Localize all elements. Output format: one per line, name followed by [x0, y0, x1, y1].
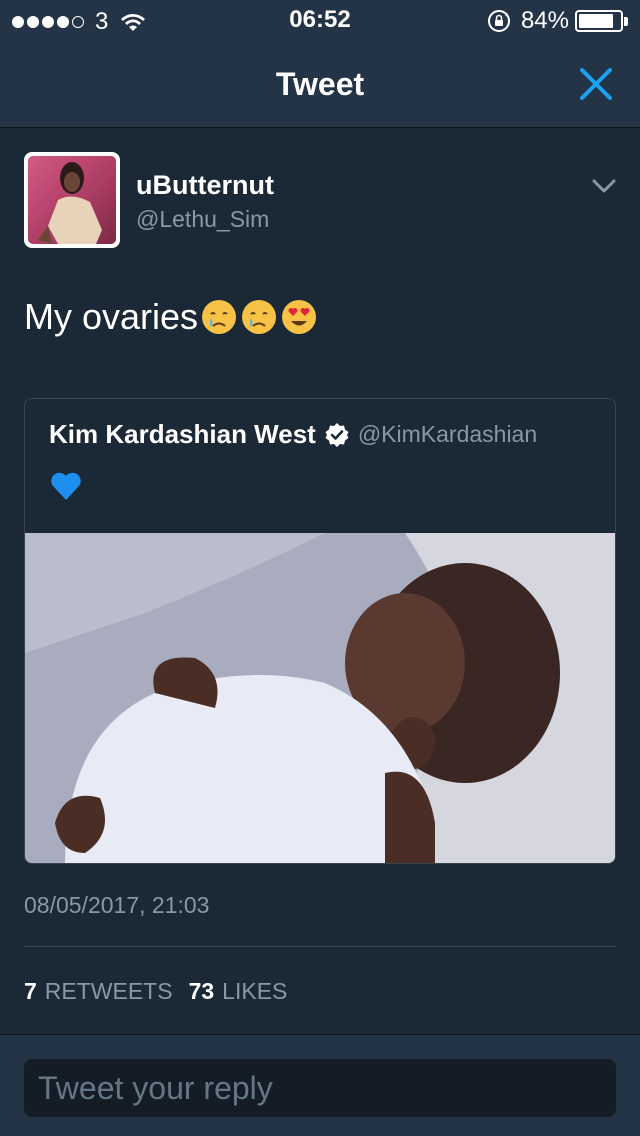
verified-badge-icon — [325, 422, 349, 447]
tweet-body: My ovaries — [24, 296, 318, 338]
quoted-author-handle: @KimKardashian — [357, 421, 538, 447]
crying-face-icon — [202, 300, 237, 334]
retweets-label: RETWEETS — [44, 978, 173, 1004]
tweet-stats: 7 RETWEETS 73 LIKES — [24, 978, 303, 1005]
reply-bar — [0, 1034, 640, 1136]
tweet-header: uButternut @Lethu_Sim — [24, 152, 616, 250]
avatar-figure — [28, 156, 116, 244]
quoted-tweet-photo[interactable] — [25, 533, 615, 863]
retweets-count: 7 — [24, 978, 37, 1004]
author-handle[interactable]: @Lethu_Sim — [136, 206, 269, 233]
battery-percent: 84% — [520, 7, 569, 34]
likes-label: LIKES — [222, 978, 288, 1004]
nav-bar: Tweet — [0, 40, 640, 128]
avatar[interactable] — [24, 152, 120, 248]
chevron-down-icon[interactable] — [592, 178, 616, 194]
divider — [24, 946, 616, 947]
battery-icon — [575, 10, 623, 32]
battery-fill — [579, 14, 613, 28]
quoted-tweet-card[interactable]: Kim Kardashian West @KimKardashian — [24, 398, 616, 864]
blue-heart-icon — [51, 472, 81, 500]
likes-stat[interactable]: 73 LIKES — [189, 978, 288, 1005]
battery-cap — [624, 16, 628, 26]
baby-photo — [25, 533, 615, 863]
status-bar: 3 06:52 84% — [0, 0, 640, 40]
rotation-lock-icon — [487, 10, 510, 32]
close-icon[interactable] — [578, 66, 614, 102]
author-name[interactable]: uButternut — [136, 170, 274, 201]
page-title: Tweet — [275, 66, 365, 102]
quoted-author-name: Kim Kardashian West — [49, 419, 316, 449]
retweets-stat[interactable]: 7 RETWEETS — [24, 978, 173, 1005]
heart-eyes-face-icon — [282, 300, 317, 334]
quoted-tweet-header: Kim Kardashian West @KimKardashian — [49, 419, 537, 450]
crying-face-icon — [242, 300, 277, 334]
tweet-text: My ovaries — [24, 296, 199, 337]
reply-input[interactable] — [24, 1059, 616, 1117]
tweet-timestamp: 08/05/2017, 21:03 — [24, 892, 210, 918]
likes-count: 73 — [188, 978, 215, 1004]
avatar-photo — [28, 156, 116, 244]
